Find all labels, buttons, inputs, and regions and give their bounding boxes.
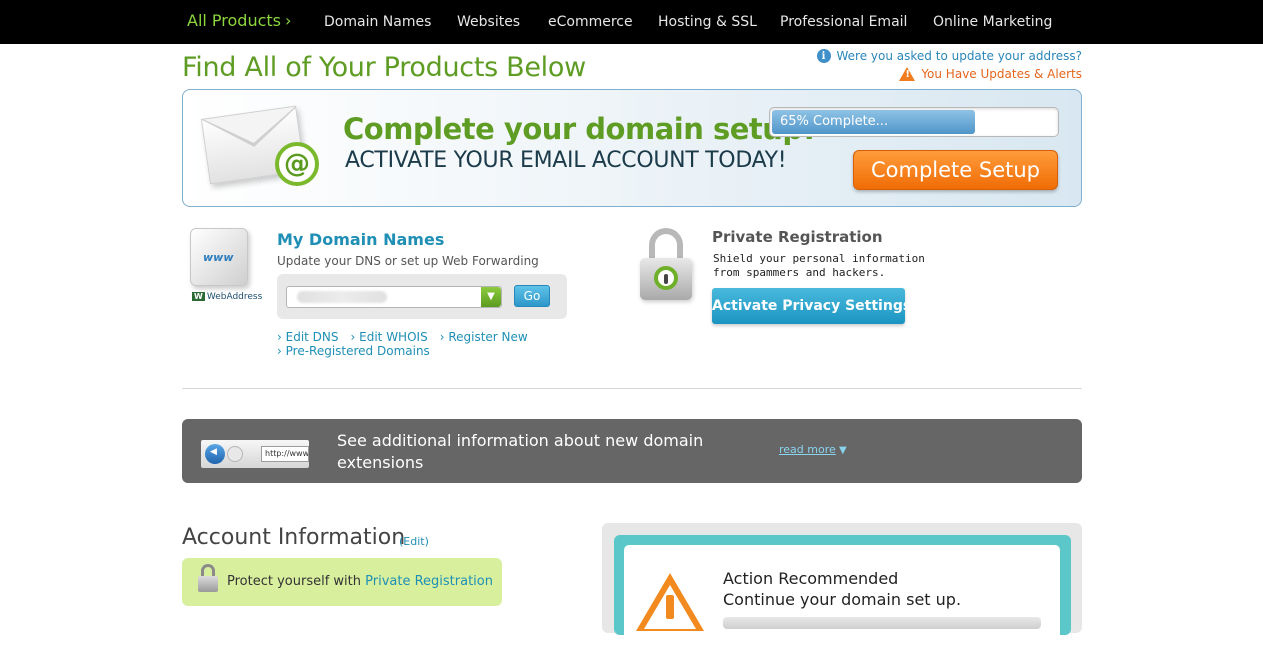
lock-shackle (649, 228, 683, 262)
edit-whois-link[interactable]: Edit WHOIS (351, 330, 428, 344)
mini-lock-body (198, 576, 218, 592)
domain-extensions-text: See additional information about new dom… (337, 431, 704, 472)
nav-all-products-label: All Products (187, 11, 282, 30)
account-edit-link[interactable]: (Edit) (399, 535, 429, 548)
progress-label: 65% Complete... (780, 114, 889, 129)
updates-alerts-notice[interactable]: You Have Updates & Alerts (899, 67, 1082, 81)
lock-icon (640, 228, 692, 304)
action-recommended-title: Action Recommended (723, 569, 899, 588)
address-update-notice[interactable]: i Were you asked to update your address? (816, 49, 1082, 63)
domain-selector-panel: ▼ Go (277, 274, 567, 319)
complete-setup-button[interactable]: Complete Setup (853, 150, 1058, 190)
setup-progress-bar: 65% Complete... (769, 107, 1059, 137)
address-update-link[interactable]: Were you asked to update your address? (837, 49, 1082, 63)
private-registration-title: Private Registration (712, 228, 883, 246)
lock-body (640, 258, 692, 300)
action-panel-content: Action Recommended Continue your domain … (624, 545, 1060, 645)
banner-headline: Complete your domain setup! (343, 112, 816, 146)
warning-icon (899, 67, 916, 81)
action-recommended-panel: Action Recommended Continue your domain … (602, 523, 1082, 645)
updates-alerts-link[interactable]: You Have Updates & Alerts (921, 67, 1082, 81)
chevron-right-icon: › (285, 11, 292, 30)
activate-privacy-settings-button[interactable]: Activate Privacy Settings (712, 288, 911, 324)
action-panel-frame: Action Recommended Continue your domain … (614, 535, 1071, 645)
nav-domain-names[interactable]: Domain Names (324, 14, 431, 30)
read-more-link[interactable]: read more (779, 443, 836, 456)
domain-extensions-info-bar: http://www. See additional information a… (182, 419, 1082, 483)
protect-yourself-box: Protect yourself with Private Registrati… (182, 558, 502, 606)
protect-yourself-prefix: Protect yourself with (227, 574, 361, 589)
action-recommended-subtitle: Continue your domain set up. (723, 590, 962, 609)
section-divider (182, 388, 1082, 389)
private-registration-description: Shield your personal information from sp… (713, 252, 925, 279)
domain-links-row-2: Pre-Registered Domains (277, 344, 540, 358)
account-information-title: Account Information (182, 525, 406, 550)
protect-yourself-text: Protect yourself with Private Registrati… (227, 574, 493, 589)
pre-registered-domains-link[interactable]: Pre-Registered Domains (277, 344, 430, 358)
nav-all-products[interactable]: All Products › (187, 11, 291, 30)
chevron-down-icon[interactable]: ▼ (839, 445, 847, 456)
info-icon: i (816, 49, 831, 63)
nav-websites[interactable]: Websites (457, 14, 520, 30)
nav-online-marketing[interactable]: Online Marketing (933, 14, 1052, 30)
my-domain-names-title: My Domain Names (277, 230, 445, 249)
cube-www-text: www (203, 251, 234, 264)
webaddress-logo: W WebAddress (192, 292, 262, 302)
page-title: Find All of Your Products Below (182, 52, 586, 83)
nav-professional-email[interactable]: Professional Email (780, 14, 907, 30)
browser-toolbar-image: http://www. (201, 440, 309, 468)
lock-icon (198, 564, 218, 594)
my-domain-names-description: Update your DNS or set up Web Forwarding (277, 254, 539, 268)
register-new-link[interactable]: Register New (440, 330, 528, 344)
top-navigation: All Products › Domain Names Websites eCom… (0, 0, 1263, 44)
browser-forward-icon (227, 446, 243, 462)
nav-hosting-ssl[interactable]: Hosting & SSL (658, 14, 757, 30)
webaddress-logo-mark: W (192, 292, 205, 301)
domain-setup-banner: @ Complete your domain setup! ACTIVATE Y… (182, 89, 1082, 207)
domain-select-value (297, 291, 387, 303)
nav-ecommerce[interactable]: eCommerce (548, 14, 633, 30)
private-registration-link[interactable]: Private Registration (365, 574, 493, 589)
email-at-icon: @ (275, 142, 319, 186)
lock-keyhole (654, 266, 678, 290)
domain-links-row-1: Edit DNS Edit WHOIS Register New (277, 330, 540, 344)
banner-subline: ACTIVATE YOUR EMAIL ACCOUNT TODAY! (345, 148, 787, 173)
domain-links: Edit DNS Edit WHOIS Register New Pre-Regis… (277, 330, 540, 358)
edit-dns-link[interactable]: Edit DNS (277, 330, 339, 344)
cube-face: www (190, 228, 248, 286)
browser-url-bar: http://www. (261, 446, 309, 462)
warning-large-icon-mark (666, 595, 674, 619)
browser-back-icon (205, 444, 225, 464)
webaddress-logo-text: WebAddress (206, 292, 263, 302)
www-cube-icon: www (186, 228, 262, 290)
domain-select[interactable]: ▼ (286, 286, 502, 308)
action-progress-bar (723, 617, 1041, 629)
chevron-down-icon[interactable]: ▼ (481, 287, 501, 307)
go-button[interactable]: Go (514, 285, 550, 307)
